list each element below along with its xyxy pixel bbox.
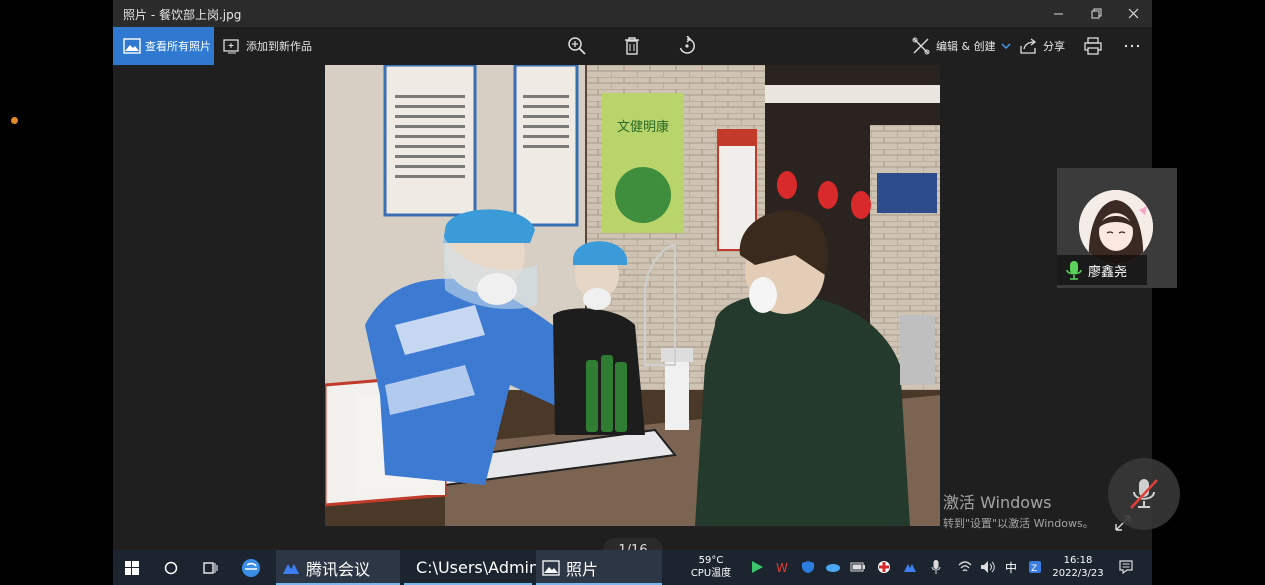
tray-volume-icon[interactable] bbox=[979, 558, 997, 576]
print-button[interactable] bbox=[1082, 35, 1104, 57]
rotate-button[interactable] bbox=[676, 35, 698, 57]
cortana-circle-icon bbox=[164, 561, 178, 574]
edit-create-icon bbox=[912, 37, 930, 55]
trash-icon bbox=[625, 37, 639, 55]
restore-button[interactable] bbox=[1077, 0, 1115, 27]
taskbar-tencent-meeting[interactable]: 腾讯会议 bbox=[276, 550, 400, 585]
tray-cloud-icon[interactable] bbox=[824, 558, 842, 576]
clock-date: 2022/3/23 bbox=[1052, 568, 1104, 579]
tencent-meeting-label: 腾讯会议 bbox=[306, 559, 371, 579]
participant-name-bar: 廖鑫尧 bbox=[1057, 255, 1147, 285]
edit-create-button[interactable]: 编辑 & 创建 bbox=[912, 27, 1011, 65]
tray-microphone-icon[interactable] bbox=[927, 558, 945, 576]
activate-title: 激活 Windows bbox=[943, 493, 1052, 512]
share-button[interactable]: 分享 bbox=[1020, 27, 1065, 65]
start-button[interactable] bbox=[125, 550, 139, 585]
more-icon bbox=[1124, 44, 1140, 48]
photos-icon bbox=[542, 559, 560, 576]
delete-button[interactable] bbox=[621, 35, 643, 57]
tray-ime-indicator[interactable]: 中 bbox=[1002, 558, 1020, 576]
participant-video-tile[interactable]: 廖鑫尧 bbox=[1057, 168, 1177, 288]
svg-text:Z: Z bbox=[1031, 564, 1037, 574]
participant-avatar bbox=[1079, 190, 1153, 264]
minimize-icon bbox=[1053, 13, 1063, 15]
windows-taskbar: 腾讯会议 C:\Users\Adminis... 照片 59°C CPU温度 W… bbox=[113, 550, 1152, 585]
tray-wifi-icon[interactable] bbox=[956, 558, 974, 576]
tray-play-icon[interactable] bbox=[748, 558, 766, 576]
poster-text: 文健明康 bbox=[617, 119, 669, 135]
task-view-icon bbox=[203, 561, 218, 574]
toolbar: 查看所有照片 添加到新作品 编辑 & 创建 分享 bbox=[113, 27, 1152, 65]
participant-name: 廖鑫尧 bbox=[1088, 264, 1128, 280]
minimize-button[interactable] bbox=[1039, 0, 1077, 27]
share-label: 分享 bbox=[1043, 40, 1065, 53]
windows-logo-icon bbox=[125, 560, 139, 575]
clock-time: 16:18 bbox=[1063, 555, 1093, 566]
microphone-muted-icon bbox=[1130, 479, 1158, 509]
tray-battery-icon[interactable] bbox=[849, 558, 867, 576]
browser-icon bbox=[242, 558, 260, 577]
cpu-temp-value: 59°C bbox=[698, 555, 724, 566]
mute-toggle-button[interactable] bbox=[1108, 458, 1180, 530]
add-to-creation-button[interactable]: 添加到新作品 bbox=[223, 27, 312, 65]
microphone-icon bbox=[931, 560, 941, 574]
indicator-dot bbox=[11, 117, 18, 124]
zoom-in-icon bbox=[568, 37, 586, 55]
chevron-down-icon bbox=[1001, 43, 1011, 49]
tray-antivirus-icon[interactable] bbox=[875, 558, 893, 576]
photo-canvas[interactable]: 文健明康 bbox=[325, 65, 940, 526]
play-store-icon bbox=[752, 561, 763, 573]
tencent-meeting-icon bbox=[283, 563, 299, 574]
photos-label: 照片 bbox=[566, 559, 599, 579]
tencent-meeting-tray-icon bbox=[904, 564, 916, 572]
view-all-photos-button[interactable]: 查看所有照片 bbox=[113, 27, 214, 65]
cloud-icon bbox=[826, 564, 840, 572]
activate-windows-watermark: 激活 Windows 转到"设置"以激活 Windows。 bbox=[943, 489, 1094, 531]
speaker-icon bbox=[981, 561, 995, 573]
close-button[interactable] bbox=[1114, 0, 1152, 27]
notification-icon bbox=[1119, 560, 1133, 574]
window-title: 照片 - 餐饮部上岗.jpg bbox=[123, 8, 242, 22]
shield-icon bbox=[802, 561, 814, 573]
cpu-temperature-widget[interactable]: 59°C CPU温度 bbox=[685, 554, 737, 580]
tray-meeting-icon[interactable] bbox=[901, 558, 919, 576]
printer-icon bbox=[1084, 37, 1102, 55]
wps-icon: W bbox=[776, 561, 788, 574]
add-creation-icon bbox=[223, 39, 239, 54]
rotate-icon bbox=[679, 36, 695, 54]
restore-icon bbox=[1091, 8, 1101, 19]
taskbar-file-explorer[interactable]: C:\Users\Adminis... bbox=[404, 550, 567, 585]
more-options-button[interactable] bbox=[1121, 35, 1143, 57]
share-icon bbox=[1020, 38, 1037, 54]
search-button[interactable] bbox=[164, 550, 178, 585]
task-view-button[interactable] bbox=[202, 550, 218, 585]
view-all-label: 查看所有照片 bbox=[145, 40, 211, 53]
tray-security-icon[interactable] bbox=[799, 558, 817, 576]
close-icon bbox=[1128, 8, 1138, 19]
left-background bbox=[0, 0, 113, 585]
edit-create-label: 编辑 & 创建 bbox=[936, 40, 996, 53]
photos-app-window: 照片 - 餐饮部上岗.jpg 查看所有照片 添加到新作品 编辑 & 创建 分享 … bbox=[113, 0, 1152, 562]
system-clock[interactable]: 16:18 2022/3/23 bbox=[1045, 554, 1111, 580]
dining-counter-photo: 文健明康 bbox=[325, 65, 940, 526]
add-creation-label: 添加到新作品 bbox=[246, 40, 312, 53]
input-method-icon: Z bbox=[1029, 561, 1041, 574]
title-bar: 照片 - 餐饮部上岗.jpg bbox=[113, 0, 1152, 27]
microphone-on-icon bbox=[1066, 261, 1082, 280]
zoom-in-button[interactable] bbox=[566, 35, 588, 57]
battery-icon bbox=[850, 562, 865, 572]
activate-subtitle: 转到"设置"以激活 Windows。 bbox=[943, 517, 1094, 530]
cross-shield-icon bbox=[878, 561, 890, 573]
svg-text:W: W bbox=[776, 561, 788, 574]
tray-input-method-icon[interactable]: Z bbox=[1026, 558, 1044, 576]
tray-wps-icon[interactable]: W bbox=[773, 558, 791, 576]
notification-center-button[interactable] bbox=[1117, 558, 1135, 576]
anime-avatar bbox=[1079, 190, 1153, 264]
gallery-icon bbox=[123, 38, 141, 54]
wifi-icon bbox=[958, 561, 972, 572]
browser-button[interactable] bbox=[241, 550, 261, 585]
cpu-temp-label: CPU温度 bbox=[690, 568, 732, 579]
taskbar-photos[interactable]: 照片 bbox=[536, 550, 662, 585]
